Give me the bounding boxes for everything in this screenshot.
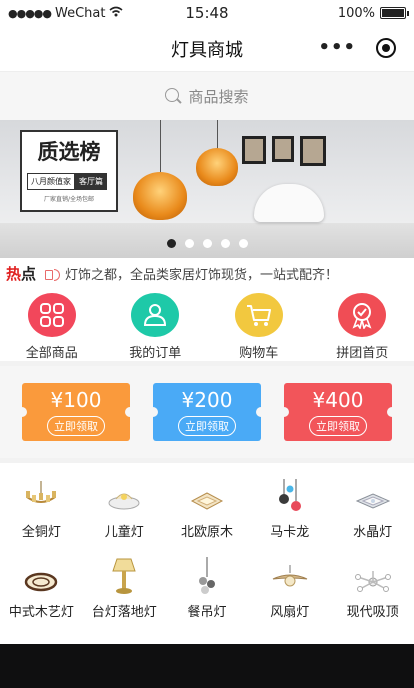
coupon-row: ¥100 立即领取 ¥200 立即领取 ¥400 立即领取 [0, 366, 414, 458]
category-label: 马卡龙 [270, 525, 310, 540]
quick-nav-cart[interactable]: 购物车 [220, 293, 298, 361]
flush-mount-icon [353, 555, 393, 595]
claim-coupon-button[interactable]: 立即领取 [309, 416, 367, 436]
category-label: 水晶灯 [353, 525, 393, 540]
category-dining-pendant[interactable]: 餐吊灯 [166, 555, 249, 635]
banner-tag-right: 客厅篇 [75, 173, 107, 190]
quick-nav-my-orders[interactable]: 我的订单 [116, 293, 194, 361]
category-nordic-wood[interactable]: 北欧原木 [166, 475, 249, 555]
coupon-amount: ¥400 [312, 388, 364, 412]
clock: 15:48 [185, 4, 229, 22]
category-label: 餐吊灯 [187, 605, 227, 620]
table-lamp-icon [104, 555, 144, 595]
coupon-100[interactable]: ¥100 立即领取 [22, 383, 130, 441]
pendant-lamp-icon [270, 475, 310, 515]
quick-nav-group-buy[interactable]: 拼团首页 [323, 293, 401, 361]
carousel-dot[interactable] [202, 239, 212, 248]
coupon-200[interactable]: ¥200 立即领取 [153, 383, 261, 441]
ceiling-lamp-icon [104, 475, 144, 515]
banner-card: 质选榜 八月颜值家 客厅篇 厂家直销/全场包邮 [20, 130, 118, 212]
category-label: 北欧原木 [180, 525, 233, 540]
chandelier-icon [21, 475, 61, 515]
pendant-lamp-image [130, 120, 190, 230]
news-text: 灯饰之都，全品类家居灯饰现货，一站式配齐！ [65, 268, 339, 283]
claim-coupon-button[interactable]: 立即领取 [178, 416, 236, 436]
status-bar: ●●●●● WeChat 15:48 100% [0, 0, 414, 26]
news-ticker[interactable]: 热点 灯饰之都，全品类家居灯饰现货，一站式配齐！ [0, 258, 414, 289]
more-icon[interactable]: ••• [318, 37, 356, 58]
banner-tags: 八月颜值家 客厅篇 [27, 173, 111, 190]
grid-icon [27, 293, 76, 337]
fan-lamp-icon [270, 555, 310, 595]
quick-nav-label: 购物车 [239, 346, 279, 361]
dining-pendant-icon [187, 555, 227, 595]
cart-icon [234, 293, 283, 337]
banner-tag-left: 八月颜值家 [27, 173, 75, 190]
chair-image [254, 184, 324, 222]
category-label: 现代吸顶 [346, 605, 399, 620]
quick-nav-label: 全部商品 [25, 346, 78, 361]
category-macaron[interactable]: 马卡龙 [248, 475, 331, 555]
promo-banner[interactable]: 质选榜 八月颜值家 客厅篇 厂家直销/全场包邮 [0, 120, 414, 258]
banner-headline: 质选榜 [37, 139, 101, 164]
category-kids-lamp[interactable]: 儿童灯 [83, 475, 166, 555]
category-label: 中式木艺灯 [8, 605, 74, 620]
quick-nav: 全部商品 我的订单 购物车 拼团首页 [0, 289, 414, 361]
category-label: 风扇灯 [270, 605, 310, 620]
badge-icon [338, 293, 387, 337]
user-icon [131, 293, 180, 337]
carousel-dot[interactable] [220, 239, 230, 248]
crystal-lamp-icon [353, 475, 393, 515]
quick-nav-label: 拼团首页 [336, 346, 389, 361]
category-label: 全铜灯 [21, 525, 61, 540]
carousel-indicators [0, 239, 414, 248]
category-label: 儿童灯 [104, 525, 144, 540]
carousel-dot[interactable] [184, 239, 194, 248]
search-bar[interactable]: 商品搜索 [0, 72, 414, 120]
mini-program-capsule: ••• [318, 37, 396, 58]
coupon-400[interactable]: ¥400 立即领取 [284, 383, 392, 441]
carousel-dot[interactable] [238, 239, 248, 248]
claim-coupon-button[interactable]: 立即领取 [47, 416, 105, 436]
coupon-amount: ¥100 [50, 388, 102, 412]
wooden-lamp-icon [21, 555, 61, 595]
carousel-dot[interactable] [166, 239, 176, 248]
panel-lamp-icon [187, 475, 227, 515]
category-chinese-wood[interactable]: 中式木艺灯 [0, 555, 83, 635]
hot-label-black: 点 [21, 265, 37, 283]
quick-nav-label: 我的订单 [129, 346, 182, 361]
category-copper-lamp[interactable]: 全铜灯 [0, 475, 83, 555]
category-fan-lamp[interactable]: 风扇灯 [248, 555, 331, 635]
pendant-lamp-small-image [192, 120, 242, 200]
bottom-banner-strip [0, 644, 414, 688]
hot-label: 热点 [6, 263, 36, 284]
speaker-icon [44, 267, 61, 281]
wall-frames-image [242, 136, 326, 166]
category-grid: 全铜灯 儿童灯 北欧原木 马卡龙 水晶灯 中式木艺灯 台灯落地灯 餐吊灯 风扇灯… [0, 463, 414, 635]
search-icon [165, 87, 182, 105]
hot-label-red: 热 [6, 265, 22, 283]
coupon-amount: ¥200 [181, 388, 233, 412]
close-program-icon[interactable] [376, 37, 396, 58]
category-crystal[interactable]: 水晶灯 [331, 475, 414, 555]
page-title: 灯具商城 [171, 39, 243, 61]
banner-tagline: 厂家直销/全场包邮 [43, 196, 95, 203]
category-table-floor-lamp[interactable]: 台灯落地灯 [83, 555, 166, 635]
nav-bar: 灯具商城 ••• [0, 26, 414, 72]
quick-nav-all-products[interactable]: 全部商品 [13, 293, 91, 361]
battery-icon [380, 7, 409, 19]
category-modern-ceiling[interactable]: 现代吸顶 [331, 555, 414, 635]
search-placeholder: 商品搜索 [188, 87, 249, 106]
category-label: 台灯落地灯 [91, 605, 157, 620]
